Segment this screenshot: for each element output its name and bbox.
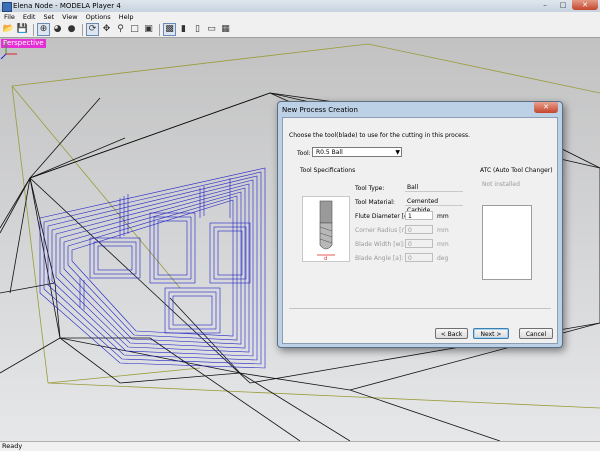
axis-triad-icon (0, 41, 17, 60)
blade-width-label: Blade Width [w]: (355, 241, 405, 248)
atc-tool-list[interactable] (482, 205, 532, 280)
toolbar: 📂 💾 ⊕ ◕ ● ⟳ ✥ ⚲ □ ▣ ▩ ▮ ▯ ▭ ▦ (0, 22, 600, 38)
cancel-button[interactable]: Cancel (519, 328, 553, 339)
tool-type-value: Ball (405, 183, 463, 192)
tool-specs-heading: Tool Specifications (300, 167, 356, 174)
flute-diameter-unit: mm (437, 213, 449, 220)
menu-view[interactable]: View (62, 12, 77, 22)
view-side-icon[interactable]: ▯ (191, 23, 204, 36)
blade-angle-label: Blade Angle [a]: (355, 255, 404, 262)
tool-select[interactable]: R0.5 Ball ▼ (312, 147, 402, 157)
blade-angle-input: 0 (405, 253, 433, 262)
view-top-icon[interactable]: ▩ (163, 23, 176, 36)
tool-material-value: Cemented Carbide (405, 197, 463, 214)
view-front-icon[interactable]: ▮ (177, 23, 190, 36)
zoom-icon[interactable]: ⚲ (114, 23, 127, 36)
corner-radius-input: 0 (405, 225, 433, 234)
tool-label: Tool: (297, 150, 311, 157)
menu-options[interactable]: Options (86, 12, 111, 22)
target-icon[interactable]: ⊕ (37, 23, 50, 36)
toolbar-separator (82, 23, 83, 36)
blade-angle-unit: deg (437, 255, 449, 262)
zoom-window-icon[interactable]: □ (128, 23, 141, 36)
toolbar-separator (159, 23, 160, 36)
shaded-sphere-icon[interactable]: ● (65, 23, 78, 36)
svg-text:d: d (324, 256, 327, 261)
menu-help[interactable]: Help (119, 12, 134, 22)
menu-set[interactable]: Set (43, 12, 54, 22)
blade-width-unit: mm (437, 241, 449, 248)
save-icon[interactable]: 💾 (16, 23, 29, 36)
zoom-fit-icon[interactable]: ▣ (142, 23, 155, 36)
rotate-icon[interactable]: ⟳ (86, 23, 99, 36)
dialog-divider (289, 308, 551, 309)
atc-heading: ATC (Auto Tool Changer) (480, 167, 553, 174)
pan-icon[interactable]: ✥ (100, 23, 113, 36)
dialog-title: New Process Creation (282, 106, 358, 114)
tool-material-label: Tool Material: (355, 199, 395, 206)
tool-select-value: R0.5 Ball (316, 149, 343, 156)
menu-bar: File Edit Set View Options Help (0, 12, 600, 22)
sphere-icon[interactable]: ◕ (51, 23, 64, 36)
flute-diameter-input[interactable]: 1 (405, 211, 433, 220)
app-icon (2, 2, 12, 12)
ball-end-mill-icon: d (317, 200, 335, 262)
corner-radius-label: Corner Radius [r]: (355, 227, 409, 234)
view-grid-icon[interactable]: ▦ (219, 23, 232, 36)
menu-edit[interactable]: Edit (23, 12, 36, 22)
corner-radius-unit: mm (437, 227, 449, 234)
tool-image: d (302, 196, 350, 262)
view-iso-icon[interactable]: ▭ (205, 23, 218, 36)
toolbar-separator (33, 23, 34, 36)
close-button[interactable]: ✕ (572, 0, 598, 10)
minimize-button[interactable]: – (536, 0, 554, 10)
flute-diameter-label: Flute Diameter [d]: (355, 213, 413, 220)
blade-width-input: 0 (405, 239, 433, 248)
new-process-dialog: New Process Creation ✕ Choose the tool(b… (277, 101, 563, 348)
chevron-down-icon: ▼ (395, 149, 400, 156)
tool-type-label: Tool Type: (355, 185, 385, 192)
dialog-body: Choose the tool(blade) to use for the cu… (282, 117, 558, 344)
back-button[interactable]: < Back (435, 328, 468, 339)
menu-file[interactable]: File (4, 12, 15, 22)
window-title: Elena Node - MODELA Player 4 (13, 2, 121, 10)
dialog-close-button[interactable]: ✕ (534, 102, 558, 113)
next-button[interactable]: Next > (473, 328, 509, 339)
atc-status: Not installed (482, 181, 520, 188)
maximize-button[interactable]: □ (554, 0, 572, 10)
dialog-prompt: Choose the tool(blade) to use for the cu… (289, 132, 470, 139)
open-icon[interactable]: 📂 (2, 23, 15, 36)
